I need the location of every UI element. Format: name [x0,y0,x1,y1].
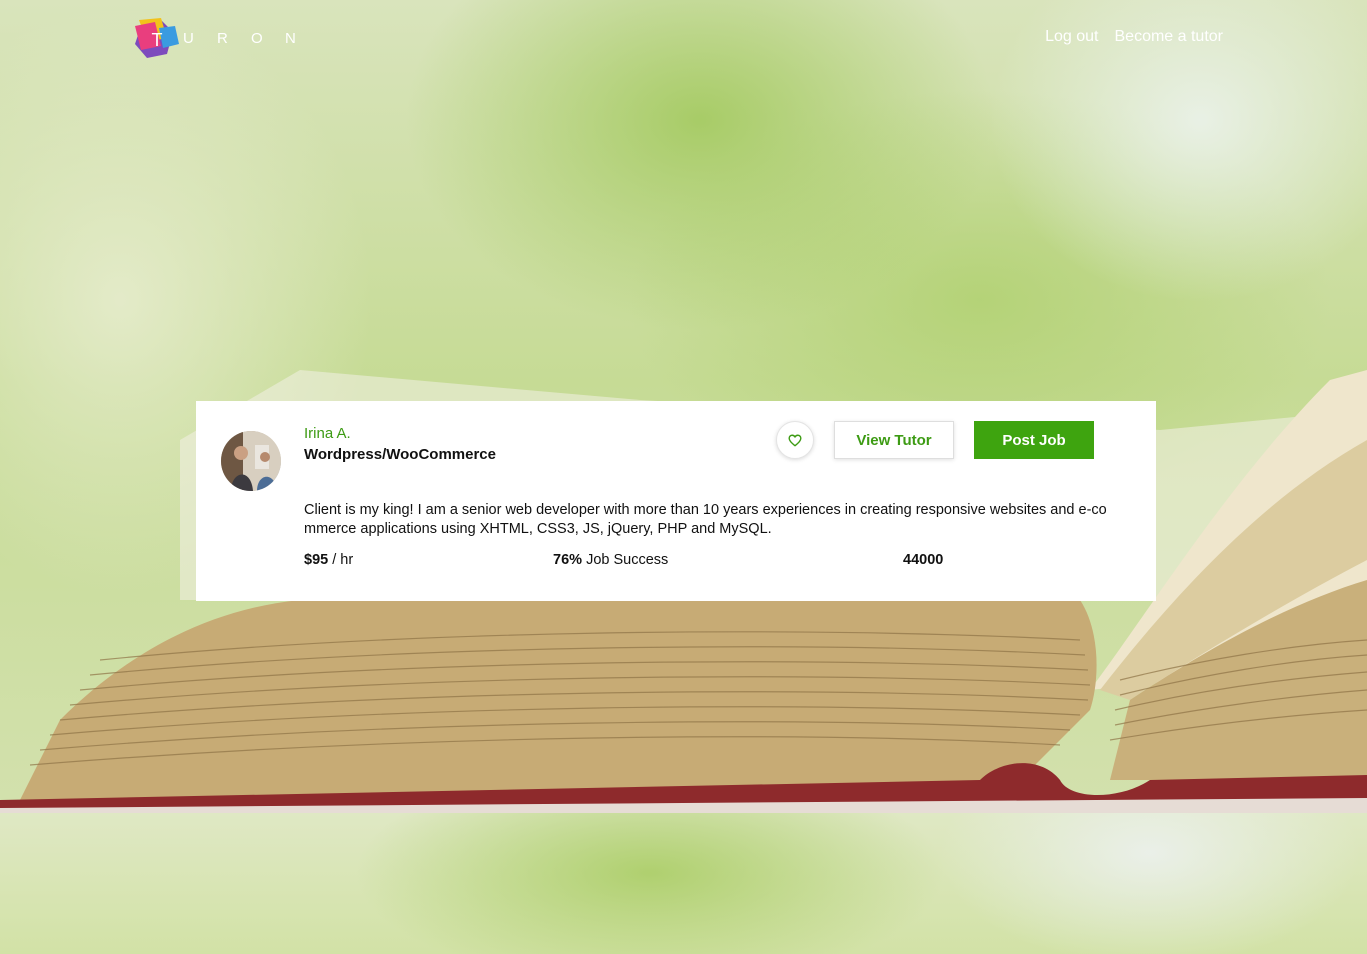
logo-letter: N [285,29,296,47]
rate-unit: / hr [332,552,354,568]
logo-letter: R [217,29,228,47]
logo-mark-icon: T [133,16,181,60]
heart-outline-icon [788,434,802,446]
view-tutor-button[interactable]: View Tutor [834,421,954,459]
logo-letter: O [251,29,263,47]
success-value: 76% [553,552,583,568]
rate-value: $95 [304,552,329,568]
job-success: 76% Job Success [553,552,668,568]
post-job-button[interactable]: Post Job [974,421,1094,459]
tutor-description: Client is my king! I am a senior web dev… [304,502,1107,537]
top-nav: Log out Become a tutor [1045,28,1223,46]
stat-count: 44000 [903,552,943,568]
tutor-name[interactable]: Irina A. [304,425,351,442]
tutor-title: Wordpress/WooCommerce [304,446,496,463]
count-value: 44000 [903,552,944,568]
logo-mark-letter: T [152,30,163,50]
success-label: Job Success [586,552,669,568]
become-tutor-link[interactable]: Become a tutor [1115,28,1224,46]
logout-link[interactable]: Log out [1045,28,1098,46]
background-bottom [0,813,1367,954]
avatar[interactable] [221,431,281,491]
brand-logo[interactable]: T U R O N [133,16,319,60]
tutor-card: Irina A. Wordpress/WooCommerce View Tuto… [196,401,1156,601]
logo-wordmark: U R O N [183,30,319,47]
logo-letter: U [183,29,194,47]
hourly-rate: $95 / hr [304,552,353,568]
favorite-button[interactable] [776,421,814,459]
